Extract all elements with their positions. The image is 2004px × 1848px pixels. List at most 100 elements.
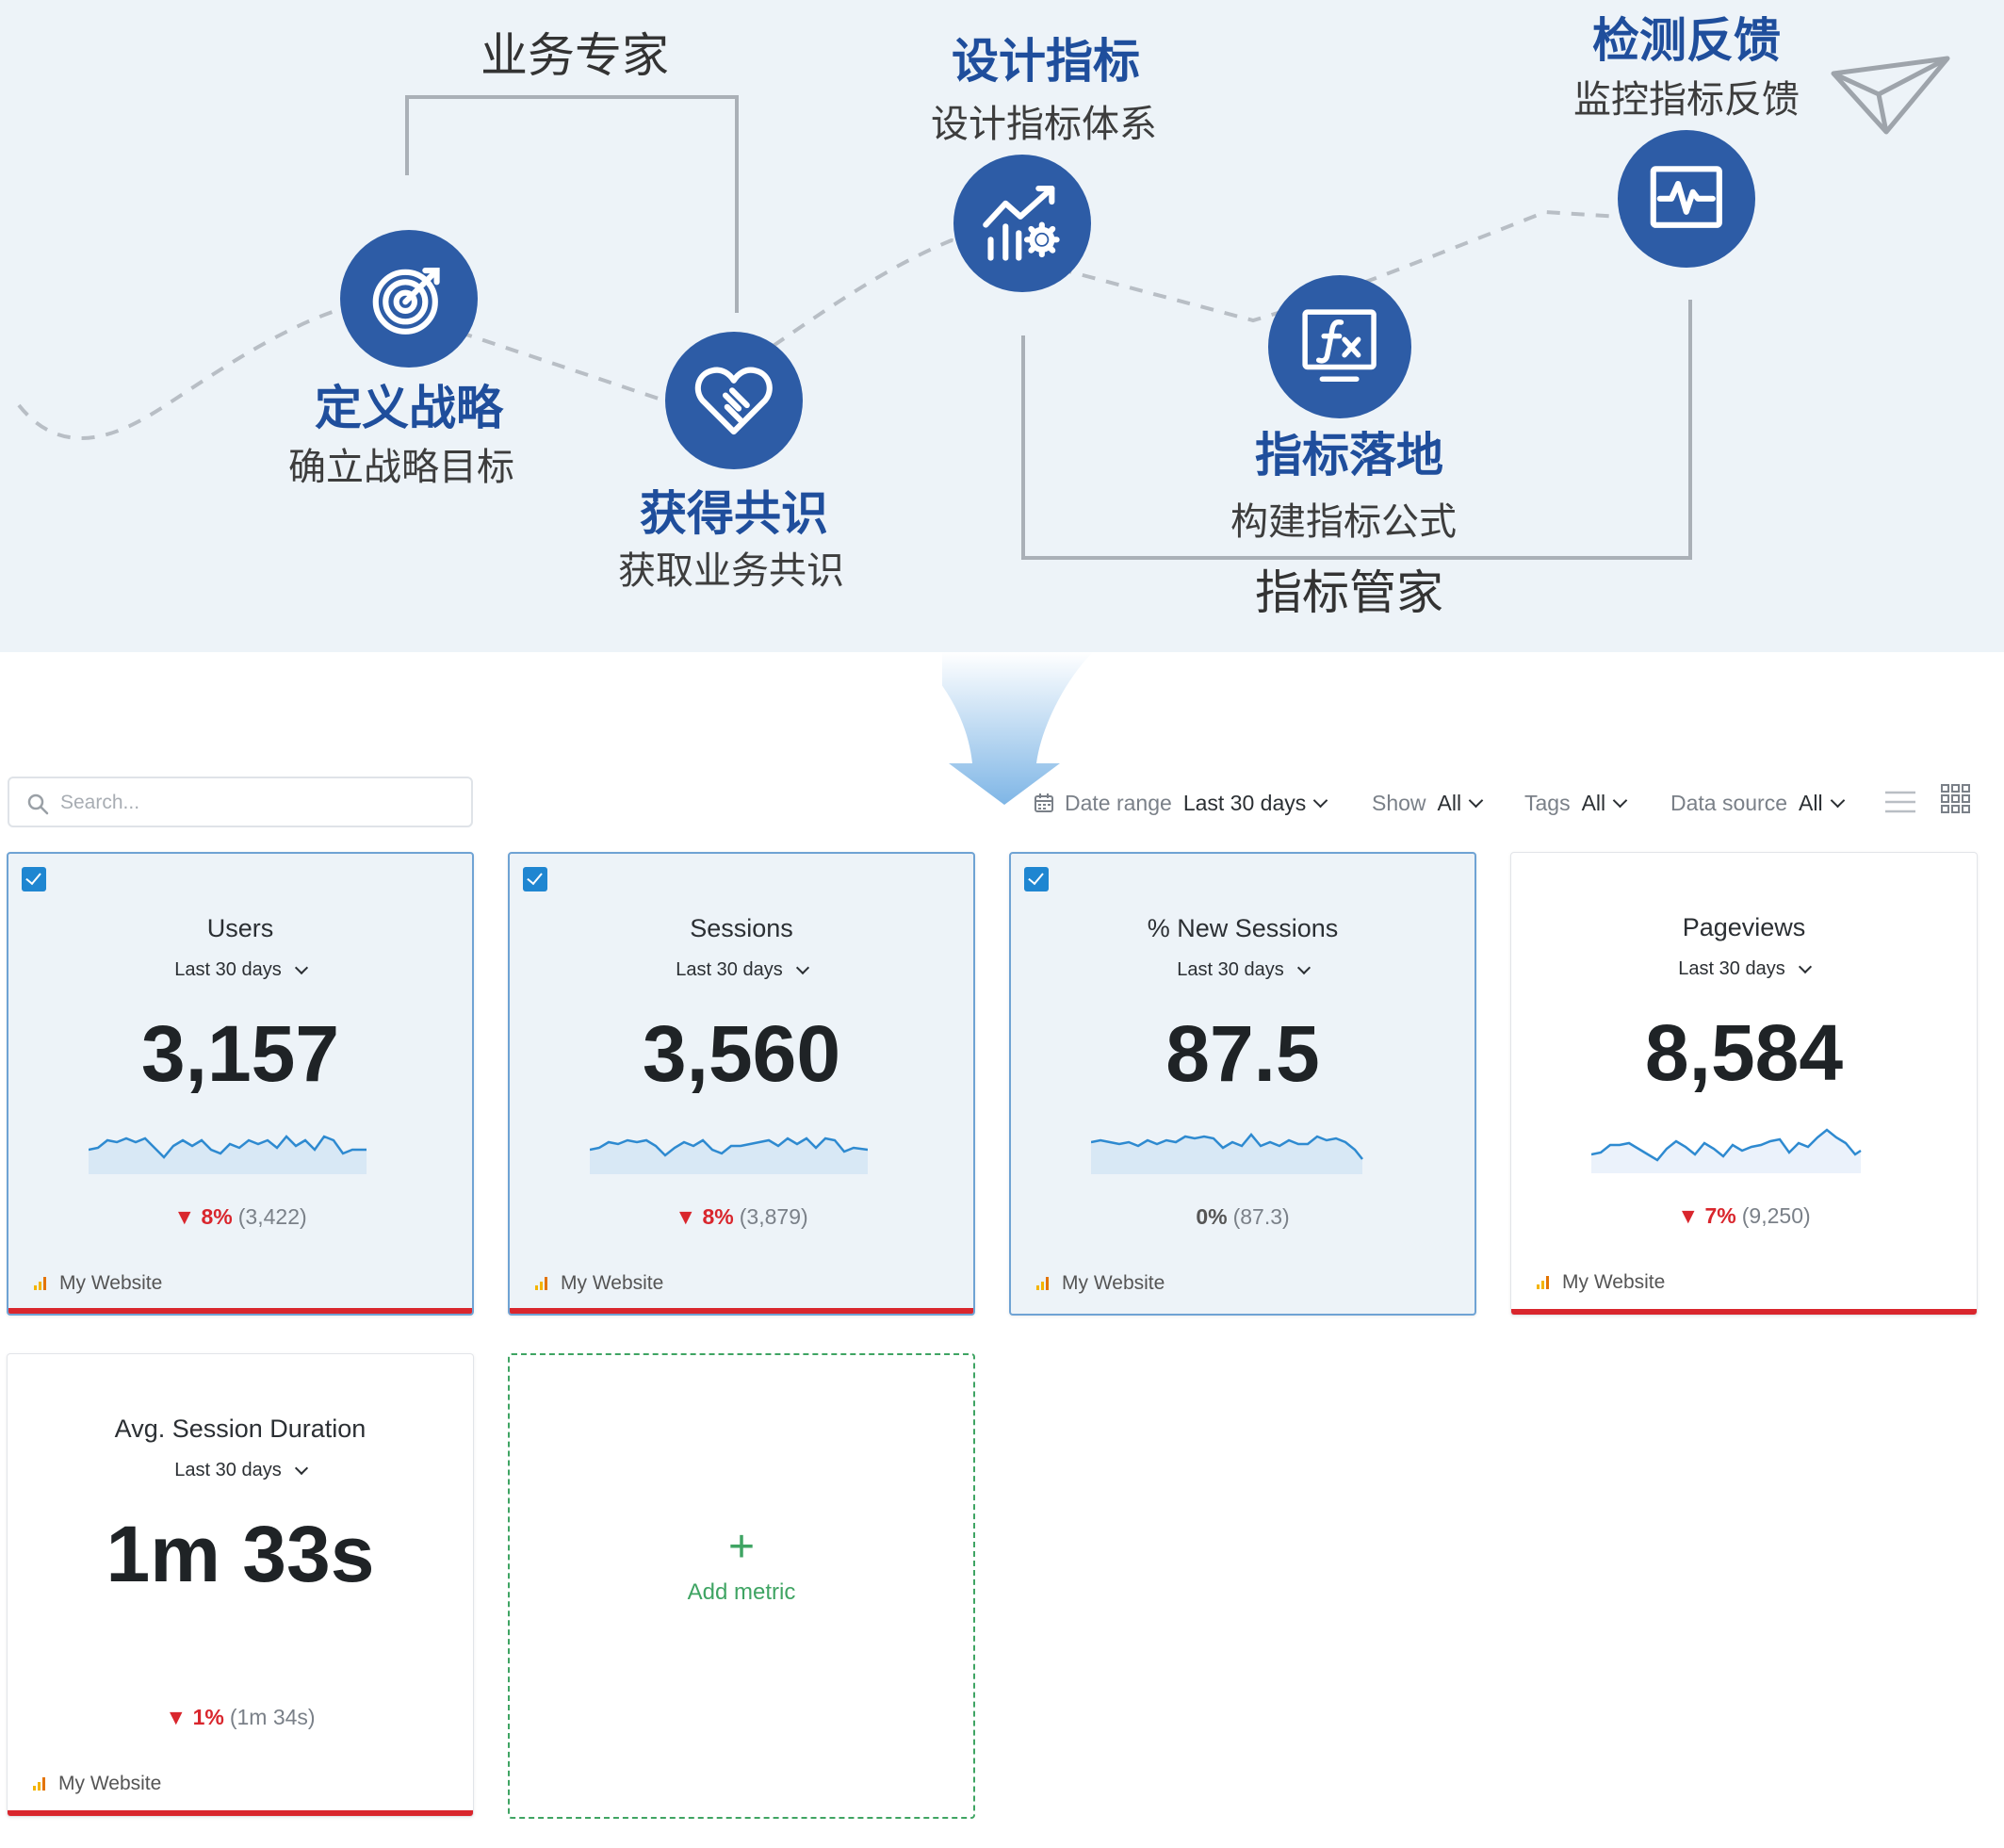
change-percent: ▼ 8% [675, 1204, 733, 1229]
metric-value: 1m 33s [106, 1510, 375, 1598]
data-source-label: Data source [1670, 790, 1788, 815]
down-arrow-icon [942, 652, 1093, 805]
previous-value: (3,879) [739, 1204, 808, 1229]
period-label: Last 30 days [174, 959, 282, 980]
metric-card-avg-session-duration[interactable]: Avg. Session Duration Last 30 days 1m 33… [7, 1353, 474, 1817]
change-percent: ▼ 8% [173, 1204, 232, 1229]
chevron-down-icon [1612, 793, 1628, 808]
search-box[interactable] [8, 777, 473, 827]
metric-card-pageviews[interactable]: Pageviews Last 30 days 8,584 ▼ 7% (9,250)… [1510, 852, 1978, 1316]
chevron-down-icon [1830, 793, 1845, 808]
search-icon [27, 793, 49, 815]
metric-card-new-sessions[interactable]: % New Sessions Last 30 days 87.5 0% (87.3… [1009, 852, 1476, 1316]
status-bar [8, 1810, 473, 1816]
strategy-flow-diagram: 业务专家 指标管家 定义战略 确立战略目标 获得共识 获取业务共识 设计指标 设… [0, 0, 2004, 652]
down-triangle-icon: ▼ [675, 1204, 703, 1229]
step-subtitle-design-metrics: 设计指标体系 [931, 103, 1157, 146]
change-indicator: ▼ 8% (3,422) [8, 1204, 472, 1230]
pulse-monitor-icon [1618, 130, 1755, 268]
metric-card-sessions[interactable]: Sessions Last 30 days 3,560 ▼ 8% (3,879) … [508, 852, 975, 1316]
metric-value: 8,584 [1644, 1008, 1844, 1097]
data-source: My Website [33, 1272, 162, 1295]
list-view-icon[interactable] [1884, 788, 1916, 816]
source-label: My Website [561, 1272, 664, 1294]
period-label: Last 30 days [174, 1460, 282, 1480]
selected-checkbox[interactable] [1024, 867, 1049, 891]
period-dropdown[interactable]: Last 30 days [1011, 959, 1474, 981]
add-metric-button[interactable]: + Add metric [508, 1353, 975, 1819]
role-metric-steward: 指标管家 [1255, 565, 1443, 620]
period-dropdown[interactable]: Last 30 days [1511, 958, 1977, 980]
role-business-expert: 业务专家 [481, 28, 669, 83]
step-title-gain-consensus: 获得共识 [640, 486, 828, 541]
data-source-filter[interactable]: Data source All [1670, 788, 1845, 818]
tags-value: All [1581, 790, 1606, 815]
step-title-monitor-feedback: 检测反馈 [1592, 13, 1781, 68]
metric-value: 3,560 [642, 1009, 841, 1098]
source-label: My Website [1062, 1272, 1165, 1294]
change-indicator: ▼ 8% (3,879) [510, 1204, 973, 1230]
show-filter[interactable]: Show All [1372, 788, 1484, 818]
change-percent: 0% [1196, 1204, 1228, 1229]
target-icon [340, 230, 478, 368]
selected-checkbox[interactable] [22, 867, 46, 891]
previous-value: (1m 34s) [229, 1705, 316, 1729]
period-dropdown[interactable]: Last 30 days [8, 959, 472, 981]
heart-handshake-icon [665, 332, 803, 469]
change-value: 7% [1704, 1203, 1736, 1228]
change-indicator: ▼ 7% (9,250) [1511, 1203, 1977, 1229]
add-metric-label: Add metric [687, 1579, 796, 1605]
selected-checkbox[interactable] [523, 867, 547, 891]
data-source: My Website [1536, 1271, 1665, 1294]
chart-gear-icon [953, 155, 1091, 292]
status-bar [510, 1308, 973, 1314]
metric-title: Pageviews [1682, 913, 1806, 941]
change-percent: ▼ 1% [165, 1705, 223, 1729]
chevron-down-icon [795, 960, 809, 975]
show-label: Show [1372, 790, 1426, 815]
source-label: My Website [58, 1773, 162, 1794]
period-label: Last 30 days [676, 959, 783, 980]
period-dropdown[interactable]: Last 30 days [510, 959, 973, 981]
metric-card-users[interactable]: Users Last 30 days 3,157 ▼ 8% (3,422) My … [7, 852, 474, 1316]
grid-view-icon[interactable] [1941, 784, 1971, 814]
down-triangle-icon: ▼ [173, 1204, 202, 1229]
metric-title: Sessions [690, 914, 793, 942]
data-source: My Website [534, 1272, 663, 1295]
status-bar [1511, 1309, 1977, 1315]
analytics-icon [1537, 1276, 1549, 1289]
step-subtitle-monitor-feedback: 监控指标反馈 [1573, 78, 1800, 122]
chevron-down-icon [1798, 959, 1812, 974]
step-subtitle-implement-metrics: 构建指标公式 [1230, 500, 1457, 544]
plus-icon: + [727, 1522, 756, 1572]
data-source: My Website [32, 1773, 161, 1795]
chevron-down-icon [1468, 793, 1484, 808]
step-subtitle-define-strategy: 确立战略目标 [288, 446, 514, 489]
metric-title: Users [206, 914, 274, 942]
search-input[interactable] [58, 778, 458, 827]
status-bar [8, 1308, 472, 1314]
period-dropdown[interactable]: Last 30 days [8, 1460, 473, 1481]
metric-value: 3,157 [140, 1009, 340, 1098]
formula-monitor-icon [1268, 275, 1411, 418]
change-indicator: ▼ 1% (1m 34s) [8, 1705, 473, 1730]
date-range-filter[interactable]: Date range Last 30 days [1033, 788, 1328, 818]
previous-value: (87.3) [1232, 1204, 1290, 1229]
analytics-icon [33, 1777, 45, 1791]
metric-title: Avg. Session Duration [114, 1415, 367, 1443]
analytics-icon [1036, 1277, 1049, 1290]
metric-value: 87.5 [1165, 1009, 1320, 1098]
period-label: Last 30 days [1678, 958, 1785, 979]
change-indicator: 0% (87.3) [1011, 1204, 1474, 1230]
step-title-implement-metrics: 指标落地 [1255, 428, 1443, 482]
change-percent: ▼ 7% [1677, 1203, 1735, 1228]
metric-title: % New Sessions [1147, 914, 1339, 942]
calendar-icon [1035, 793, 1053, 812]
paper-plane-icon [1831, 56, 1950, 135]
step-subtitle-gain-consensus: 获取业务共识 [618, 549, 844, 593]
source-label: My Website [59, 1272, 163, 1294]
change-value: 8% [201, 1204, 233, 1229]
tags-filter[interactable]: Tags All [1524, 788, 1628, 818]
chevron-down-icon [294, 1461, 308, 1476]
sparkline [590, 1137, 868, 1174]
